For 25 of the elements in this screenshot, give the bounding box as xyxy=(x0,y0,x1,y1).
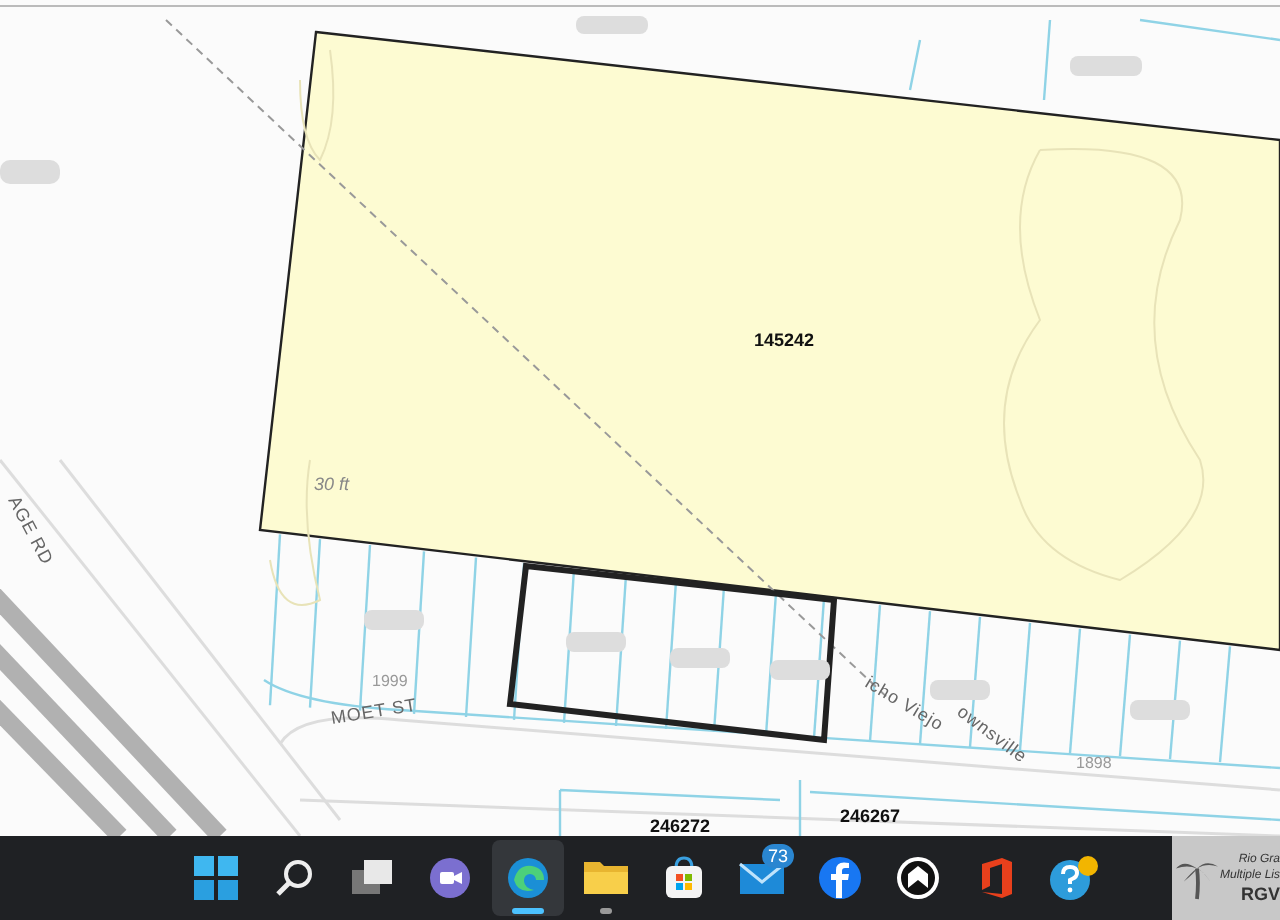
folder-icon xyxy=(582,858,630,898)
office-icon xyxy=(976,856,1016,900)
street-label: MOET ST xyxy=(329,694,419,728)
envelope-icon xyxy=(738,860,786,896)
help-icon xyxy=(1048,854,1100,902)
parcel-number: 246267 xyxy=(840,806,901,826)
search-icon xyxy=(274,858,314,898)
store-icon xyxy=(662,856,706,900)
house-icon xyxy=(896,856,940,900)
taskbar-app-button[interactable]: 73 xyxy=(726,840,798,916)
task-view-icon xyxy=(350,858,394,898)
street-label: AGE RD xyxy=(4,492,58,569)
parcel-number: 246272 xyxy=(650,816,711,836)
running-indicator xyxy=(600,908,612,914)
lot-number: 1999 xyxy=(372,672,408,690)
notification-badge: 73 xyxy=(761,844,794,868)
running-indicator xyxy=(512,908,544,914)
edge-icon xyxy=(506,856,550,900)
taskbar-app-button[interactable] xyxy=(492,840,564,916)
parcel-number: 145242 xyxy=(753,330,815,350)
facebook-icon xyxy=(818,856,862,900)
logo-text: RGV xyxy=(1240,883,1280,905)
windows-icon xyxy=(194,856,238,900)
lot-number: 1898 xyxy=(1076,754,1112,772)
distance-label: 30 ft xyxy=(314,474,350,494)
